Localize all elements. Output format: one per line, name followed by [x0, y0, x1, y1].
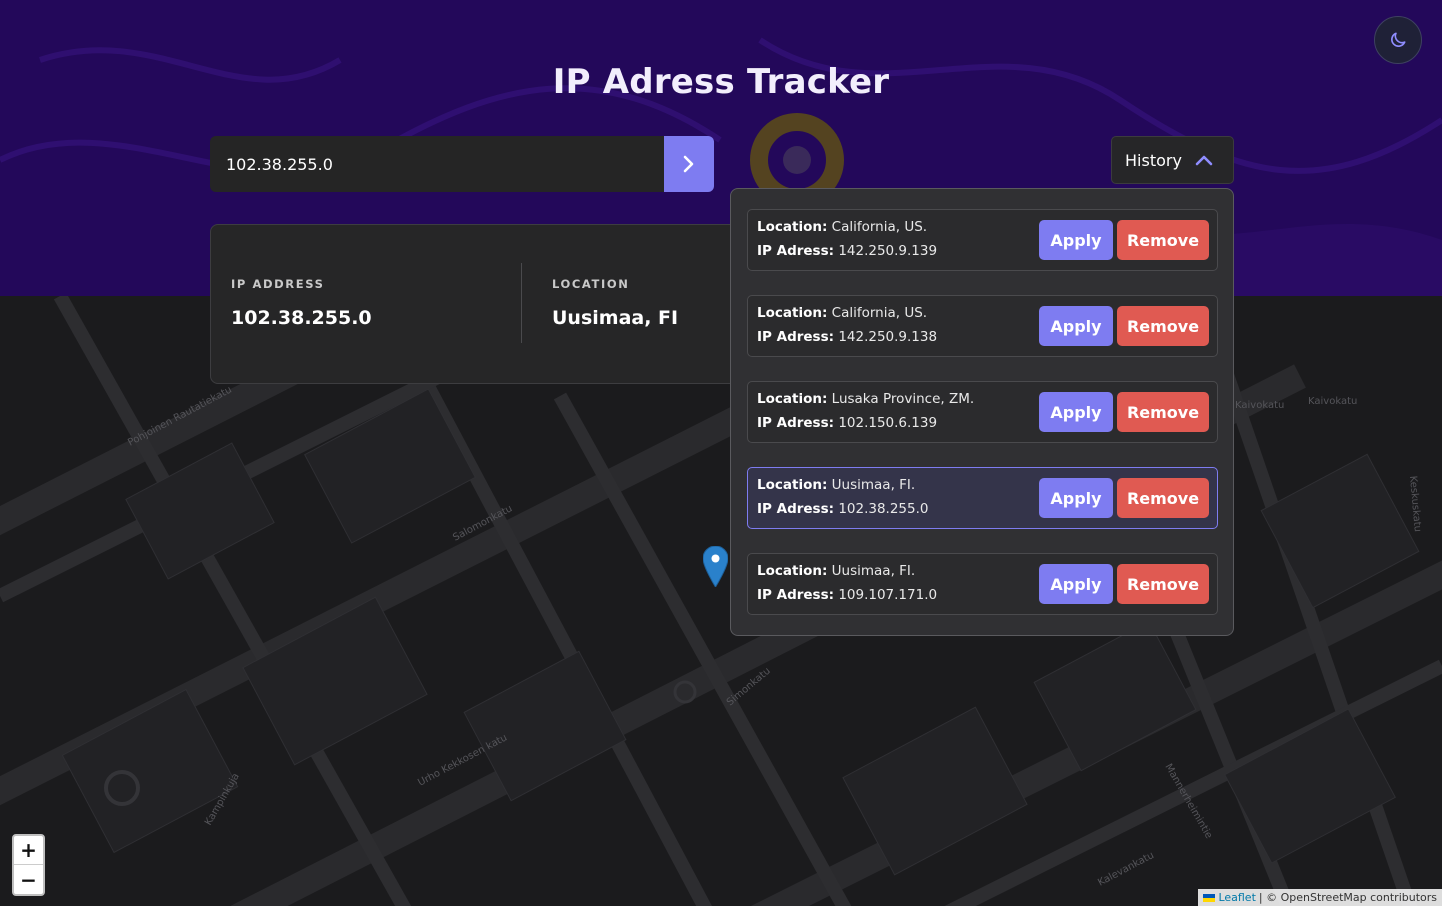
- map-marker-icon[interactable]: [703, 546, 728, 587]
- history-entry-ip: IP Adress: 102.150.6.139: [757, 415, 937, 431]
- ip-address-section: IP ADDRESS 102.38.255.0: [231, 277, 372, 329]
- remove-button[interactable]: Remove: [1117, 392, 1209, 432]
- ip-search-input[interactable]: [210, 136, 664, 192]
- location-heading: LOCATION: [552, 277, 630, 291]
- chevron-right-icon: [683, 155, 694, 173]
- history-entry-ip: IP Adress: 102.38.255.0: [757, 501, 929, 517]
- ukraine-flag-icon: [1203, 893, 1216, 902]
- ip-text: 109.107.171.0: [838, 587, 938, 603]
- location-value: Uusimaa, FI: [552, 307, 679, 329]
- ip-label: IP Adress:: [757, 329, 835, 345]
- remove-button[interactable]: Remove: [1117, 220, 1209, 260]
- ip-label: IP Adress:: [757, 415, 835, 431]
- apply-button[interactable]: Apply: [1039, 306, 1113, 346]
- ip-text: 102.38.255.0: [838, 501, 929, 517]
- history-entry: Location: Lusaka Province, ZM. IP Adress:…: [747, 381, 1218, 443]
- remove-button[interactable]: Remove: [1117, 478, 1209, 518]
- ip-text: 102.150.6.139: [838, 415, 938, 431]
- history-entry: Location: Uusimaa, FI. IP Adress: 109.107…: [747, 553, 1218, 615]
- leaflet-link[interactable]: Leaflet: [1218, 891, 1255, 904]
- history-entry: Location: Uusimaa, FI. IP Adress: 102.38.…: [747, 467, 1218, 529]
- history-entry: Location: California, US. IP Adress: 142.…: [747, 209, 1218, 271]
- chevron-up-icon: [1195, 155, 1213, 166]
- apply-button[interactable]: Apply: [1039, 392, 1113, 432]
- history-toggle-button[interactable]: History: [1111, 136, 1234, 184]
- location-text: California, US.: [831, 305, 928, 321]
- zoom-in-button[interactable]: +: [14, 836, 43, 865]
- history-entry-location: Location: Uusimaa, FI.: [757, 477, 915, 493]
- zoom-out-button[interactable]: −: [14, 865, 43, 894]
- location-label: Location:: [757, 391, 828, 407]
- svg-text:Kaivokatu: Kaivokatu: [1235, 400, 1284, 411]
- ip-address-heading: IP ADDRESS: [231, 277, 325, 291]
- apply-button[interactable]: Apply: [1039, 564, 1113, 604]
- ip-label: IP Adress:: [757, 501, 835, 517]
- page-title: IP Adress Tracker: [552, 62, 890, 102]
- ip-info-card: IP ADDRESS 102.38.255.0 LOCATION Uusimaa…: [210, 224, 750, 384]
- location-label: Location:: [757, 563, 828, 579]
- theme-toggle-button[interactable]: [1374, 16, 1422, 64]
- ip-label: IP Adress:: [757, 587, 835, 603]
- history-entry-ip: IP Adress: 109.107.171.0: [757, 587, 937, 603]
- ip-text: 142.250.9.139: [838, 243, 938, 259]
- location-label: Location:: [757, 219, 828, 235]
- ip-label: IP Adress:: [757, 243, 835, 259]
- apply-button[interactable]: Apply: [1039, 478, 1113, 518]
- remove-button[interactable]: Remove: [1117, 564, 1209, 604]
- location-label: Location:: [757, 477, 828, 493]
- ip-text: 142.250.9.138: [838, 329, 938, 345]
- search-bar: [210, 136, 714, 192]
- location-text: California, US.: [831, 219, 928, 235]
- attribution-text: | © OpenStreetMap contributors: [1258, 891, 1437, 904]
- moon-icon: [1391, 32, 1406, 47]
- map-attribution: Leaflet | © OpenStreetMap contributors: [1198, 889, 1442, 906]
- svg-text:Keskuskatu: Keskuskatu: [1407, 475, 1423, 532]
- location-text: Uusimaa, FI.: [831, 563, 916, 579]
- location-text: Lusaka Province, ZM.: [831, 391, 975, 407]
- history-entry-location: Location: California, US.: [757, 305, 927, 321]
- history-entry-location: Location: Lusaka Province, ZM.: [757, 391, 974, 407]
- history-entry-location: Location: Uusimaa, FI.: [757, 563, 915, 579]
- svg-text:Kaivokatu: Kaivokatu: [1308, 396, 1357, 407]
- history-entry-ip: IP Adress: 142.250.9.138: [757, 329, 937, 345]
- history-entry-ip: IP Adress: 142.250.9.139: [757, 243, 937, 259]
- apply-button[interactable]: Apply: [1039, 220, 1113, 260]
- location-section: LOCATION Uusimaa, FI: [552, 277, 678, 329]
- history-dropdown: Location: California, US. IP Adress: 142.…: [730, 188, 1234, 636]
- history-entry-location: Location: California, US.: [757, 219, 927, 235]
- svg-text:Kalevankatu: Kalevankatu: [1096, 850, 1156, 889]
- info-divider: [521, 263, 522, 343]
- ip-address-value: 102.38.255.0: [231, 307, 372, 329]
- location-text: Uusimaa, FI.: [831, 477, 916, 493]
- search-submit-button[interactable]: [664, 136, 714, 192]
- history-toggle-label: History: [1125, 150, 1182, 170]
- location-label: Location:: [757, 305, 828, 321]
- zoom-control: + −: [12, 834, 45, 896]
- app-root: Pohjoinen Rautatiekatu Salomonkatu Simon…: [0, 0, 1442, 906]
- remove-button[interactable]: Remove: [1117, 306, 1209, 346]
- history-entry: Location: California, US. IP Adress: 142.…: [747, 295, 1218, 357]
